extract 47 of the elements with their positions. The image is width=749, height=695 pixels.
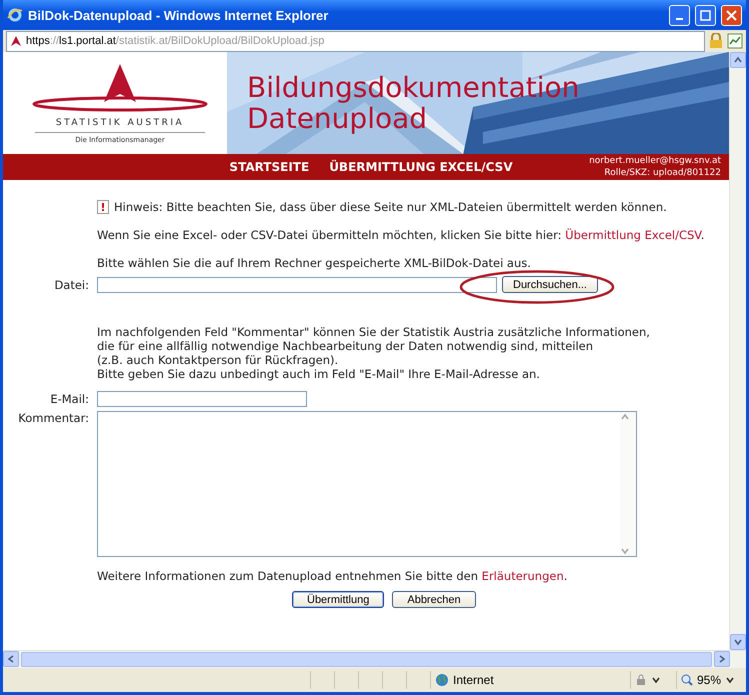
url-text: https [26, 35, 50, 47]
scroll-up-button[interactable] [730, 52, 746, 68]
url-text: :// [50, 35, 60, 47]
file-path-field[interactable] [97, 276, 497, 292]
comment-info-text: Im nachfolgenden Feld "Kommentar" können Sie der Statistik Austria zusätzliche Informationen, die für eine allfällig notwendige Nachbearbeitung der Daten notwendig sind, mitteilen (z.B. auch Kontaktperson für Rückfragen). Bitte geben Sie dazu unbedingt auch im Feld "E-Mail" Ihre E-Mail-Adresse an. [97, 325, 651, 381]
submit-button[interactable]: Übermittlung [292, 591, 384, 608]
lock-icon[interactable] [635, 674, 647, 686]
zoom-level[interactable]: 95% [697, 673, 722, 687]
maximize-icon [700, 10, 711, 20]
cancel-button[interactable]: Abbrechen [392, 591, 476, 608]
address-field[interactable]: https://ls1.portal.at/statistik.at/BilDokUpload/BilDokUpload.jsp [6, 30, 705, 52]
scroll-left-button[interactable] [3, 651, 19, 667]
email-label: E-Mail: [49, 392, 89, 406]
url-text: ls1.portal.at [59, 35, 116, 47]
site-logo-icon [10, 35, 22, 47]
lock-icon[interactable] [709, 33, 723, 49]
banner-title: Bildungsdokumentation Datenupload [247, 72, 580, 134]
nav-link[interactable]: STARTSEITE [229, 160, 310, 174]
zone-text: Internet [453, 673, 494, 687]
excel-upload-link[interactable]: Übermittlung Excel/CSV [565, 228, 701, 242]
file-label: Datei: [53, 278, 89, 292]
logo-name: STATISTIK AUSTRIA [56, 118, 184, 128]
browser-logo-icon [7, 7, 23, 23]
zoom-icon [681, 674, 693, 686]
user-info: norbert.mueller@hsgw.snv.at Rolle/SKZ: upload/801122 [589, 155, 722, 179]
file-prompt-text: Bitte wählen Sie die auf Ihrem Rechner gespeicherte XML-BilDok-Datei aus. [97, 256, 532, 270]
close-button[interactable] [721, 4, 742, 26]
minimize-button[interactable] [669, 4, 690, 26]
warning-icon: ! [97, 200, 109, 214]
nav-link[interactable]: ÜBERMITTLUNG EXCEL/CSV [329, 160, 513, 174]
close-icon [726, 10, 737, 20]
scrollbar-thumb[interactable] [21, 652, 712, 667]
scroll-down-button[interactable] [730, 634, 746, 650]
url-text: /statistik.at/BilDokUpload/BilDokUpload.jsp [116, 35, 324, 47]
window-title: BilDok-Datenupload - Windows Internet Explorer [28, 8, 330, 22]
minimize-icon [676, 18, 683, 20]
maximize-button[interactable] [695, 4, 716, 26]
email-field[interactable] [97, 391, 307, 407]
browse-button[interactable]: Durchsuchen... [502, 276, 598, 293]
more-info-text: Weitere Informationen zum Datenupload entnehmen Sie bitte den Erläuterungen. [97, 569, 568, 583]
notice-text: Hinweis: Bitte beachten Sie, dass über diese Seite nur XML-Dateien übermittelt werden können. [114, 200, 667, 214]
comment-field[interactable] [97, 411, 637, 557]
globe-icon [435, 673, 449, 687]
scroll-right-button[interactable] [714, 651, 730, 667]
comment-label: Kommentar: [17, 411, 89, 425]
excel-hint-text: Wenn Sie eine Excel- oder CSV-Datei übermitteln möchten, klicken Sie bitte hier: Übermittlung Excel/CSV. [97, 228, 706, 242]
explanations-link[interactable]: Erläuterungen [482, 569, 564, 583]
